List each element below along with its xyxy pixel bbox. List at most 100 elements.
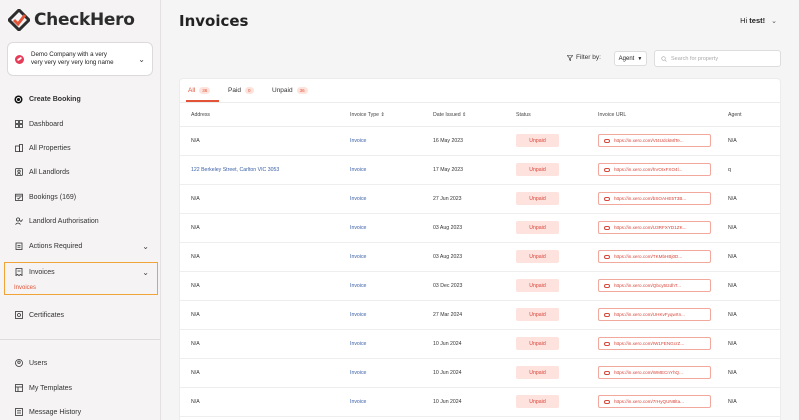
cell-agent: q bbox=[728, 167, 731, 173]
sidebar-item-label: All Properties bbox=[29, 144, 71, 152]
table-row: N/A Invoice 16 May 2023 Unpaid https://in.xe… bbox=[180, 127, 780, 156]
invoice-url-link[interactable]: https://in.xero.com/TKMbHBj0D... bbox=[598, 250, 711, 263]
table-row: N/A Invoice 10 Jun 2024 Unpaid https://in.xe… bbox=[180, 359, 780, 388]
tab-all[interactable]: All 36 bbox=[188, 87, 211, 94]
cell-date-issued: 17 May 2023 bbox=[433, 167, 463, 173]
agent-filter-dropdown[interactable]: Agent ▼ bbox=[614, 51, 647, 66]
tab-count: 36 bbox=[199, 87, 211, 94]
company-name: Demo Company with a very very very very v… bbox=[31, 51, 114, 66]
sidebar-item-all-properties[interactable]: All Properties bbox=[14, 142, 154, 154]
chevron-down-icon: ⌄ bbox=[771, 17, 777, 25]
col-invoice-url: Invoice URL bbox=[598, 112, 627, 118]
invoices-card: All 36 Paid 0 Unpaid 36 Address Invoice Typ… bbox=[179, 78, 781, 420]
checkhero-logo-icon bbox=[8, 9, 30, 31]
cell-address[interactable]: 122 Berkeley Street, Carlton VIC 3053 bbox=[191, 167, 279, 173]
col-invoice-type[interactable]: Invoice Type ⇕ bbox=[350, 112, 385, 118]
sidebar-item-users[interactable]: Users bbox=[14, 357, 154, 369]
sidebar-item-all-landlords[interactable]: All Landlords bbox=[14, 166, 154, 178]
cell-address: N/A bbox=[191, 312, 200, 318]
sidebar-item-message-history[interactable]: Message History bbox=[14, 406, 154, 418]
table-row: N/A Invoice 10 Jun 2024 Unpaid https://in.xe… bbox=[180, 330, 780, 359]
cell-date-issued: 27 Jun 2023 bbox=[433, 196, 462, 202]
cell-address: N/A bbox=[191, 341, 200, 347]
cell-agent: N/A bbox=[728, 254, 737, 260]
sidebar-item-label: Landlord Authorisation bbox=[29, 217, 99, 225]
cell-invoice-type[interactable]: Invoice bbox=[350, 283, 366, 289]
link-icon bbox=[604, 138, 610, 143]
table-row: 122 Berkeley Street, Carlton VIC 3053 Inv… bbox=[180, 156, 780, 185]
status-badge: Unpaid bbox=[516, 366, 559, 379]
invoice-url-link[interactable]: https://in.xero.com/IW1FENGcrZ... bbox=[598, 337, 711, 350]
status-badge: Unpaid bbox=[516, 308, 559, 321]
cell-invoice-type[interactable]: Invoice bbox=[350, 370, 366, 376]
sidebar-item-label: Certificates bbox=[29, 311, 65, 319]
link-icon bbox=[604, 399, 610, 404]
cell-address: N/A bbox=[191, 399, 200, 405]
filter-label: Filter by: bbox=[567, 54, 601, 61]
sidebar-item-create-booking[interactable]: Create Booking bbox=[14, 93, 154, 105]
cell-agent: N/A bbox=[728, 399, 737, 405]
cell-invoice-type[interactable]: Invoice bbox=[350, 196, 366, 202]
sidebar-item-bookings[interactable]: Bookings (169) bbox=[14, 191, 154, 203]
company-logo-icon bbox=[15, 54, 24, 64]
search-icon bbox=[661, 55, 667, 62]
cell-invoice-type[interactable]: Invoice bbox=[350, 138, 366, 144]
tab-unpaid[interactable]: Unpaid 36 bbox=[272, 87, 308, 94]
cell-invoice-type[interactable]: Invoice bbox=[350, 225, 366, 231]
user-check-icon bbox=[14, 217, 23, 226]
sidebar-item-label: Bookings (169) bbox=[29, 193, 77, 201]
cell-date-issued: 10 Jun 2024 bbox=[433, 399, 462, 405]
status-badge: Unpaid bbox=[516, 337, 559, 350]
table-row: N/A Invoice 27 Mar 2024 Unpaid https://in.xe… bbox=[180, 301, 780, 330]
company-selector[interactable]: Demo Company with a very very very very v… bbox=[7, 42, 153, 76]
sort-icon: ⇕ bbox=[462, 112, 467, 118]
cell-invoice-type[interactable]: Invoice bbox=[350, 341, 366, 347]
building-icon bbox=[14, 144, 23, 153]
cell-invoice-type[interactable]: Invoice bbox=[350, 312, 366, 318]
status-tabs: All 36 Paid 0 Unpaid 36 bbox=[180, 79, 780, 103]
invoice-url-link[interactable]: https://in.xero.com/7rHyQUN8lta... bbox=[598, 395, 711, 408]
sidebar-item-certificates[interactable]: Certificates bbox=[14, 309, 154, 321]
link-icon bbox=[604, 225, 610, 230]
cell-date-issued: 10 Jun 2024 bbox=[433, 370, 462, 376]
invoice-url-link[interactable]: https://in.xero.com/hVOIxFXO4l... bbox=[598, 163, 711, 176]
cell-date-issued: 03 Aug 2023 bbox=[433, 254, 463, 260]
cell-invoice-type[interactable]: Invoice bbox=[350, 254, 366, 260]
sidebar-item-label: Dashboard bbox=[29, 120, 64, 128]
invoice-url-link[interactable]: https://in.xero.com/Vt4UdckMlTe... bbox=[598, 134, 711, 147]
cell-date-issued: 03 Aug 2023 bbox=[433, 225, 463, 231]
cell-address: N/A bbox=[191, 254, 200, 260]
link-icon bbox=[604, 254, 610, 259]
cell-address: N/A bbox=[191, 138, 200, 144]
caret-down-icon: ▼ bbox=[637, 55, 643, 62]
sidebar-item-my-templates[interactable]: My Templates bbox=[14, 382, 154, 394]
sidebar-subitem-invoices[interactable]: Invoices bbox=[14, 285, 36, 291]
sidebar-item-dashboard[interactable]: Dashboard bbox=[14, 118, 154, 130]
page-title: Invoices bbox=[179, 12, 249, 30]
chevron-down-icon: ⌄ bbox=[142, 241, 149, 251]
invoice-url-link[interactable]: https://in.xero.com/bSOAHE5T3B... bbox=[598, 192, 711, 205]
invoice-url-link[interactable]: https://in.xero.com/WMECnYhQ... bbox=[598, 366, 711, 379]
col-address: Address bbox=[191, 112, 211, 118]
cell-date-issued: 16 May 2023 bbox=[433, 138, 463, 144]
status-badge: Unpaid bbox=[516, 395, 559, 408]
sidebar-item-actions-required[interactable]: Actions Required ⌄ bbox=[14, 240, 154, 252]
search-input[interactable]: Search for property bbox=[654, 50, 781, 67]
user-menu[interactable]: Hi test! ⌄ bbox=[740, 16, 777, 25]
invoice-url-link[interactable]: https://in.xero.com/Qbcy5tzdhT... bbox=[598, 279, 711, 292]
grid-icon bbox=[14, 120, 23, 129]
brand-logo[interactable]: CheckHero bbox=[8, 9, 135, 31]
tab-paid[interactable]: Paid 0 bbox=[228, 87, 254, 94]
cell-invoice-type[interactable]: Invoice bbox=[350, 167, 366, 173]
sidebar-item-landlord-authorisation[interactable]: Landlord Authorisation bbox=[14, 215, 154, 227]
sort-icon: ⇕ bbox=[380, 112, 385, 118]
invoice-url-link[interactable]: https://in.xero.com/UHKvFyqwrtn... bbox=[598, 308, 711, 321]
table-row: N/A Invoice 27 Jun 2023 Unpaid https://in.xe… bbox=[180, 185, 780, 214]
tab-count: 36 bbox=[296, 87, 308, 94]
tab-count: 0 bbox=[245, 87, 254, 94]
invoice-url-link[interactable]: https://in.xero.com/U3RFXYD1ZK... bbox=[598, 221, 711, 234]
col-date-issued[interactable]: Date Issued ⇕ bbox=[433, 112, 467, 118]
greeting: Hi test! bbox=[740, 16, 766, 25]
cell-invoice-type[interactable]: Invoice bbox=[350, 399, 366, 405]
id-card-icon bbox=[14, 168, 23, 177]
